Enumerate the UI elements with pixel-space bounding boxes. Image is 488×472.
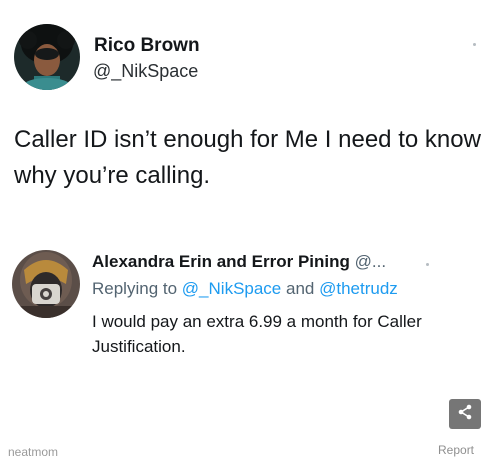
author-handle[interactable]: @_NikSpace [93, 61, 198, 82]
tweet-text: Caller ID isn’t enough for Me I need to … [14, 126, 481, 189]
reply-text: I would pay an extra 6.99 a month for Ca… [92, 312, 422, 356]
reply-more-dot-icon[interactable] [426, 263, 429, 266]
reply-author-handle[interactable]: @... [355, 252, 386, 271]
author-name[interactable]: Rico Brown [94, 35, 200, 57]
replying-mention-thetrudz[interactable]: @thetrudz [319, 279, 398, 298]
share-button[interactable] [449, 399, 481, 429]
reply-author-avatar[interactable] [12, 250, 80, 318]
bottom-divider [0, 466, 488, 472]
watermark: neatmom [8, 445, 59, 459]
replying-mention-niksspace[interactable]: @_NikSpace [182, 279, 281, 298]
replying-to: Replying to @_NikSpace and @thetrudz [92, 279, 398, 299]
more-dot-icon[interactable] [473, 43, 476, 46]
reply-author[interactable]: Alexandra Erin and Error Pining @... [92, 252, 386, 272]
reply-author-name[interactable]: Alexandra Erin and Error Pining [92, 252, 350, 271]
author-avatar[interactable] [14, 24, 80, 90]
replying-to-label: Replying to [92, 279, 178, 298]
share-icon [457, 404, 473, 425]
replying-and: and [286, 279, 315, 298]
report-link[interactable]: Report [438, 443, 474, 457]
